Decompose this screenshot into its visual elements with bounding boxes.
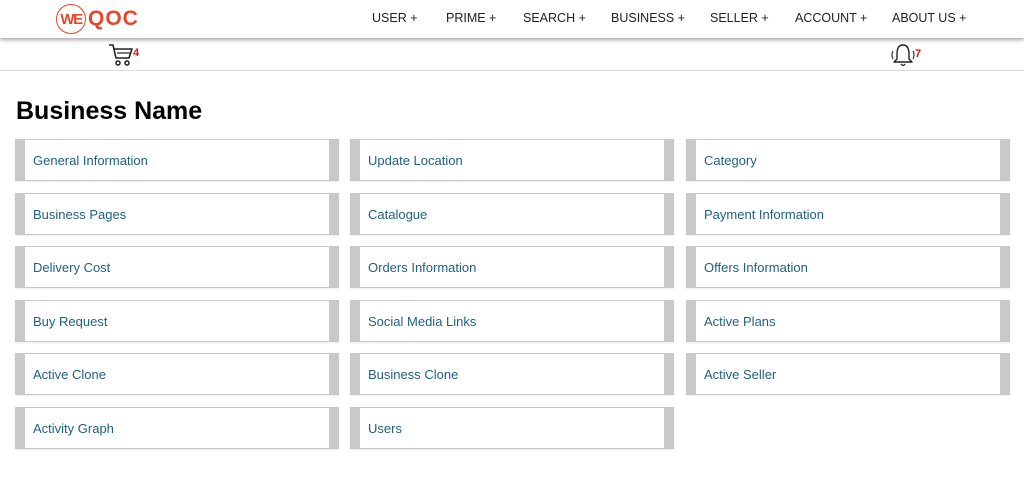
card-label: Buy Request <box>33 314 108 329</box>
menu-card-active-clone[interactable]: Active Clone <box>15 353 339 395</box>
nav-prime[interactable]: PRIME + <box>446 11 496 25</box>
menu-card-delivery-cost[interactable]: Delivery Cost <box>15 246 339 288</box>
card-label: Category <box>704 153 757 168</box>
card-label: Active Seller <box>704 367 777 382</box>
logo-text: QOC <box>88 7 139 30</box>
card-label: Users <box>368 421 402 436</box>
card-label: Orders Information <box>368 260 477 275</box>
card-label: General Information <box>33 153 148 168</box>
card-label: Active Clone <box>33 367 106 382</box>
menu-card-update-location[interactable]: Update Location <box>350 139 674 181</box>
notification-count-badge: 7 <box>915 48 922 60</box>
card-label: Business Clone <box>368 367 459 382</box>
menu-card-payment-information[interactable]: Payment Information <box>686 193 1010 235</box>
cart-button[interactable]: 4 <box>108 43 142 67</box>
card-label: Catalogue <box>368 207 428 222</box>
bell-icon <box>891 44 915 67</box>
card-label: Update Location <box>368 153 463 168</box>
menu-card-buy-request[interactable]: Buy Request <box>15 300 339 342</box>
menu-card-business-clone[interactable]: Business Clone <box>350 353 674 395</box>
card-label: Business Pages <box>33 207 127 222</box>
cart-count-badge: 4 <box>133 47 140 59</box>
menu-card-active-plans[interactable]: Active Plans <box>686 300 1010 342</box>
menu-card-activity-graph[interactable]: Activity Graph <box>15 407 339 449</box>
page-title: Business Name <box>16 97 203 125</box>
nav-account[interactable]: ACCOUNT + <box>795 11 867 25</box>
menu-card-general-information[interactable]: General Information <box>15 139 339 181</box>
menu-card-users[interactable]: Users <box>350 407 674 449</box>
nav-business[interactable]: BUSINESS + <box>611 11 685 25</box>
card-label: Active Plans <box>704 314 776 329</box>
menu-card-category[interactable]: Category <box>686 139 1010 181</box>
cart-icon <box>109 44 133 66</box>
logo-mark: WE <box>56 4 86 34</box>
brand-logo[interactable]: WE QOC <box>56 4 139 34</box>
nav-user[interactable]: USER + <box>372 11 418 25</box>
nav-seller[interactable]: SELLER + <box>710 11 769 25</box>
menu-card-active-seller[interactable]: Active Seller <box>686 353 1010 395</box>
menu-card-orders-information[interactable]: Orders Information <box>350 246 674 288</box>
card-label: Offers Information <box>704 260 808 275</box>
card-label: Delivery Cost <box>33 260 111 275</box>
action-bar: 4 7 <box>0 38 1024 71</box>
menu-card-catalogue[interactable]: Catalogue <box>350 193 674 235</box>
card-label: Activity Graph <box>33 421 114 436</box>
menu-card-offers-information[interactable]: Offers Information <box>686 246 1010 288</box>
top-navbar: WE QOC USER + PRIME + SEARCH + BUSINESS … <box>0 0 1024 38</box>
card-label: Social Media Links <box>368 314 477 329</box>
menu-card-social-media-links[interactable]: Social Media Links <box>350 300 674 342</box>
nav-search[interactable]: SEARCH + <box>523 11 586 25</box>
notifications-button[interactable]: 7 <box>890 42 924 68</box>
nav-about-us[interactable]: ABOUT US + <box>892 11 966 25</box>
menu-card-business-pages[interactable]: Business Pages <box>15 193 339 235</box>
card-label: Payment Information <box>704 207 824 222</box>
